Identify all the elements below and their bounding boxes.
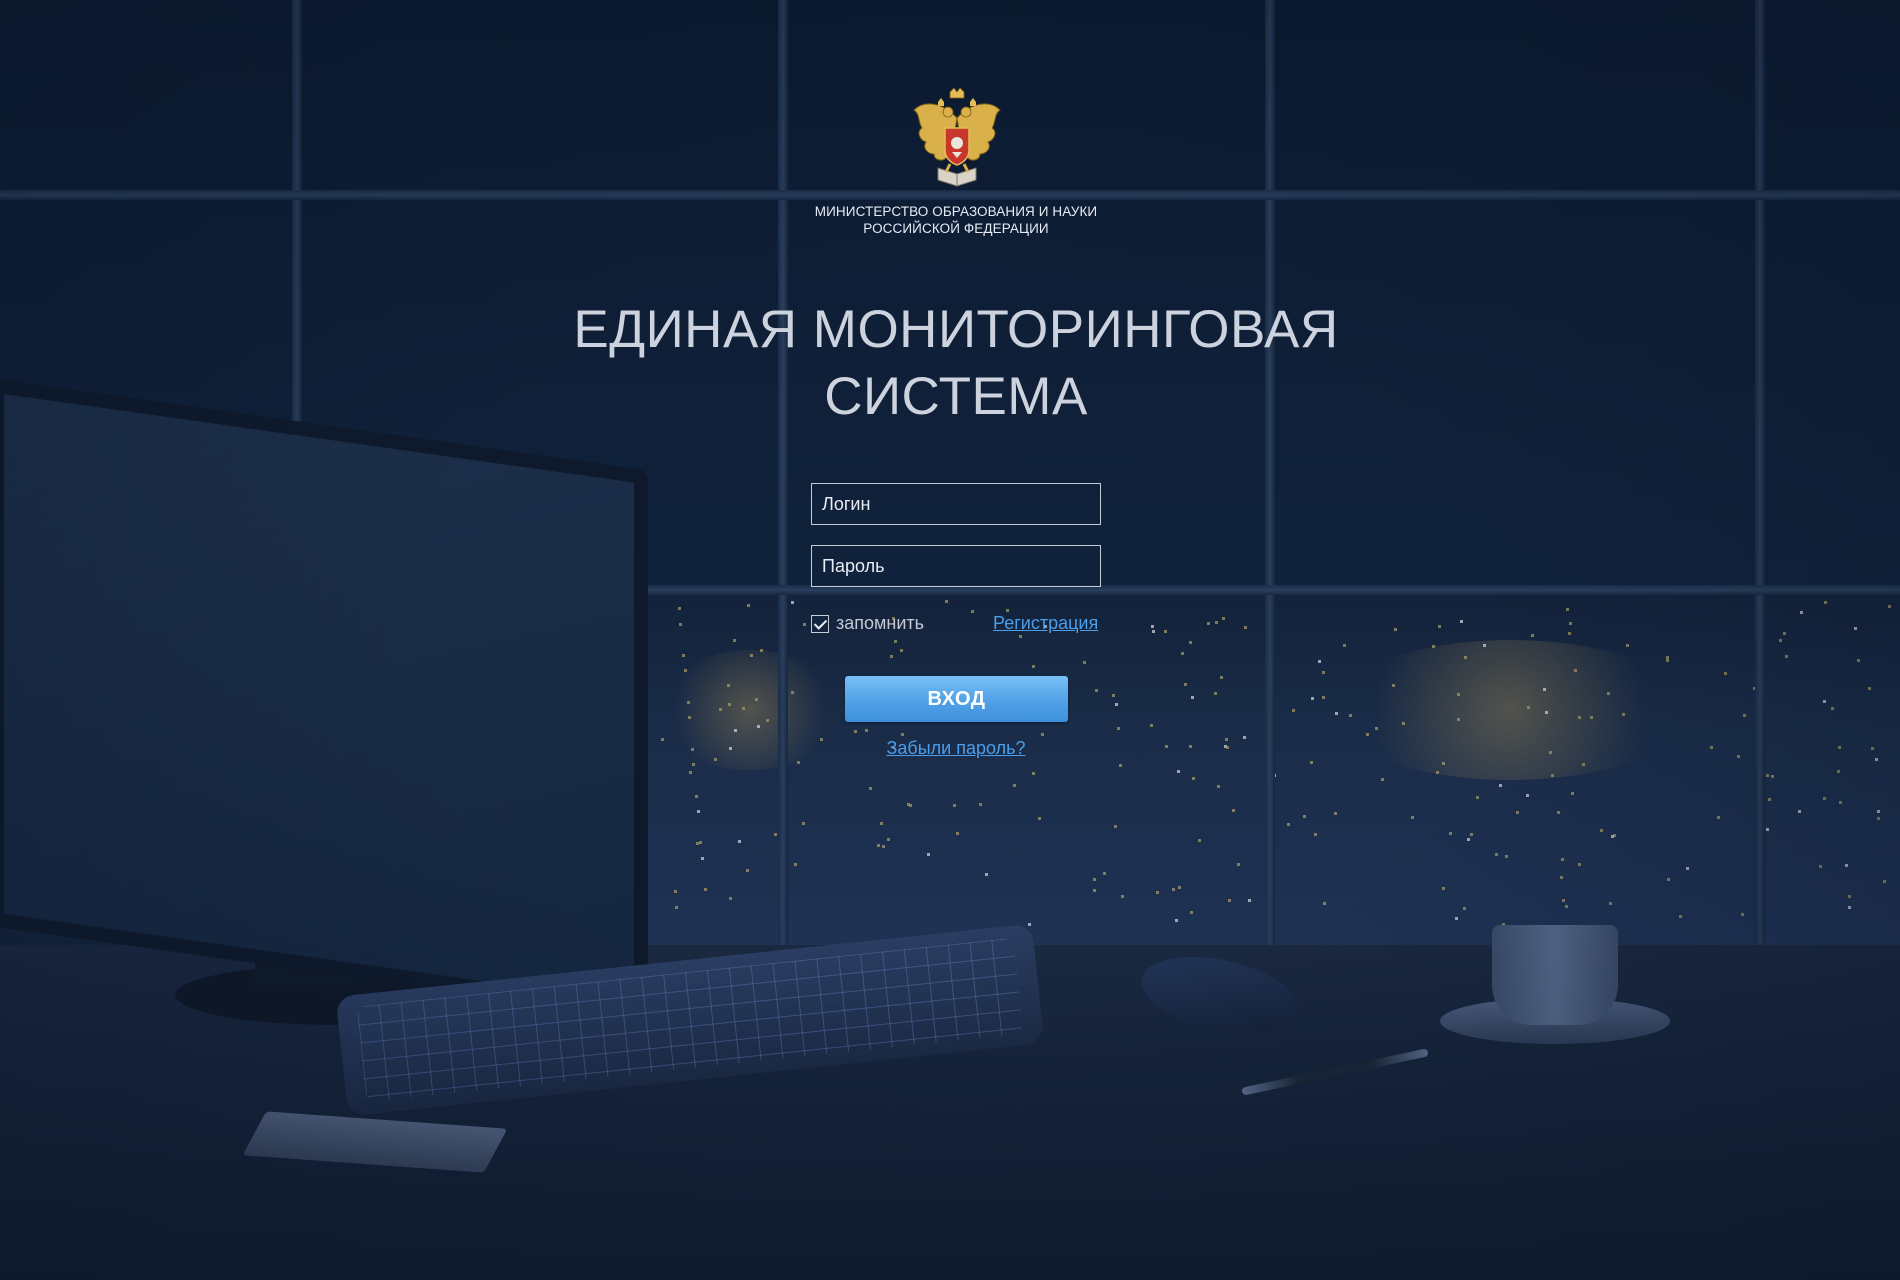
title-line-2: СИСТЕМА (824, 367, 1088, 426)
forgot-password-link[interactable]: Забыли пароль? (820, 738, 1092, 759)
login-input[interactable] (811, 483, 1101, 525)
ministry-line-1: МИНИСТЕРСТВО ОБРАЗОВАНИЯ И НАУКИ (814, 204, 1098, 219)
page-title: ЕДИНАЯ МОНИТОРИНГОВАЯ СИСТЕМА (500, 296, 1412, 430)
login-button[interactable]: ВХОД (845, 676, 1068, 722)
remember-me-checkbox[interactable] (811, 614, 829, 633)
login-panel: МИНИСТЕРСТВО ОБРАЗОВАНИЯ И НАУКИ РОССИЙС… (0, 0, 1900, 1280)
remember-me-toggle[interactable]: запомнить (811, 613, 924, 634)
ministry-line-2: РОССИЙСКОЙ ФЕДЕРАЦИИ (863, 221, 1049, 236)
title-line-1: ЕДИНАЯ МОНИТОРИНГОВАЯ (573, 300, 1339, 359)
register-link[interactable]: Регистрация (993, 613, 1098, 634)
login-page: МИНИСТЕРСТВО ОБРАЗОВАНИЯ И НАУКИ РОССИЙС… (0, 0, 1900, 1280)
russian-coat-of-arms-icon (913, 88, 1001, 187)
ministry-name: МИНИСТЕРСТВО ОБРАЗОВАНИЯ И НАУКИ РОССИЙС… (750, 203, 1162, 237)
password-input[interactable] (811, 545, 1101, 587)
remember-me-label: запомнить (836, 613, 925, 633)
